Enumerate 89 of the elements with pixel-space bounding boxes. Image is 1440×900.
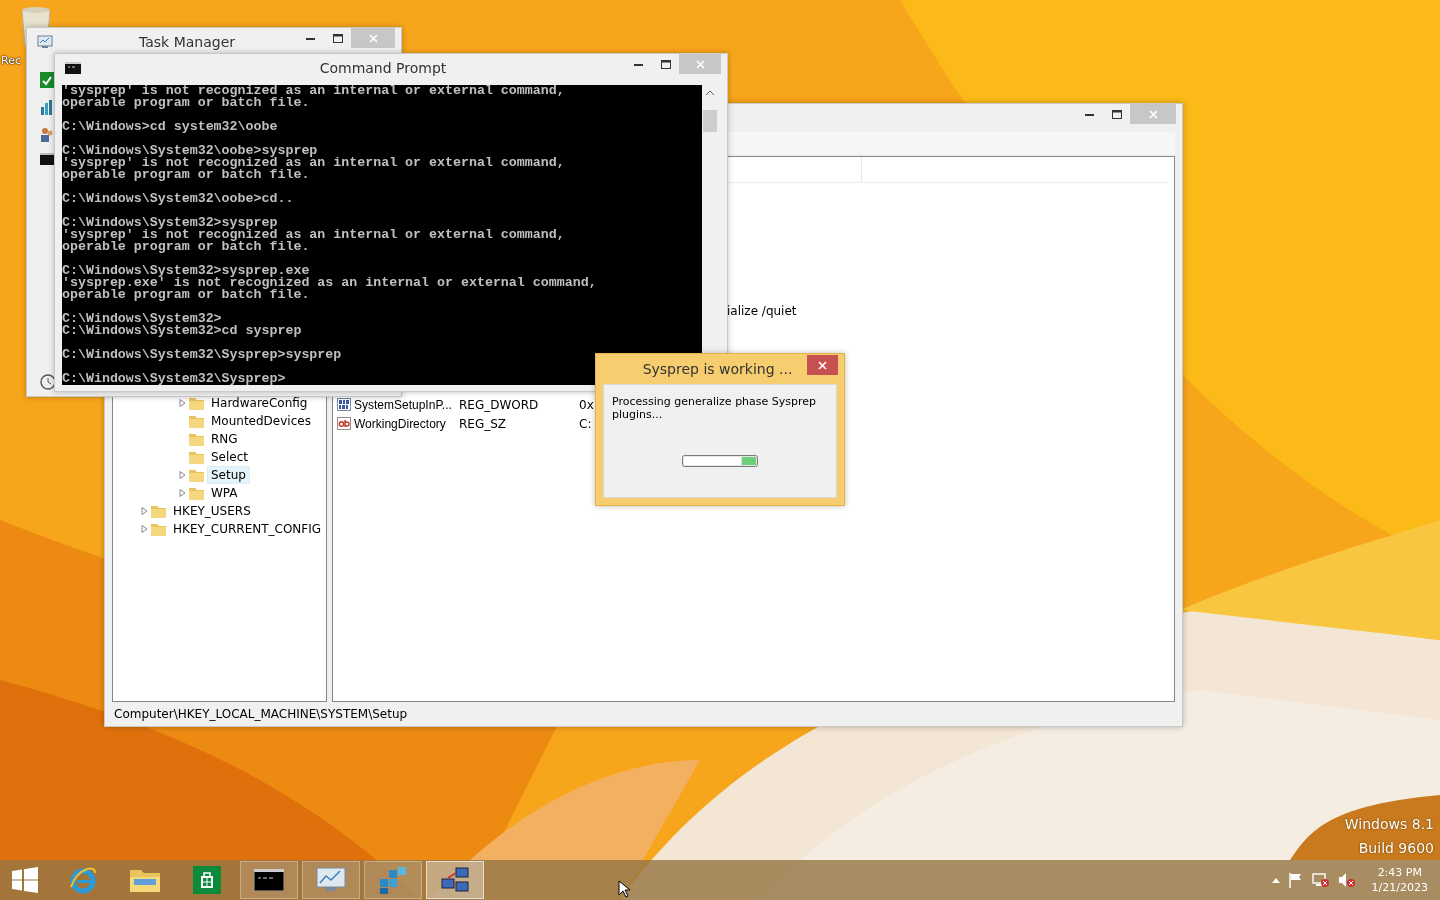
console-line: C:\Windows\System32\Sysprep> bbox=[62, 373, 287, 385]
monitor-icon bbox=[37, 35, 53, 49]
close-icon bbox=[695, 59, 705, 69]
dialog-title: Sysprep is working ... bbox=[641, 361, 794, 377]
string-value-icon bbox=[337, 417, 351, 430]
users-icon bbox=[40, 126, 54, 142]
window-title: Task Manager bbox=[138, 34, 236, 50]
expand-arrow-icon[interactable] bbox=[179, 399, 186, 407]
value-data: C: bbox=[579, 416, 593, 431]
console-line: C:\Windows\System32>cd sysprep bbox=[62, 325, 303, 337]
expand-arrow-icon[interactable] bbox=[179, 489, 186, 497]
folder-icon bbox=[189, 468, 204, 482]
console-line: C:\Windows>cd system32\oobe bbox=[62, 121, 279, 133]
tree-item[interactable]: HardwareConfig bbox=[207, 394, 312, 412]
folder-icon bbox=[129, 867, 161, 893]
folder-icon bbox=[189, 486, 204, 500]
chart-icon bbox=[40, 99, 54, 115]
cubes-icon bbox=[378, 865, 408, 895]
os-version-text: Build 9600 bbox=[1358, 839, 1434, 857]
value-name[interactable]: WorkingDirectory bbox=[354, 416, 446, 431]
store-icon bbox=[193, 866, 221, 894]
scrollbar-thumb[interactable] bbox=[703, 110, 717, 132]
expand-arrow-icon[interactable] bbox=[179, 471, 186, 479]
clock-icon bbox=[40, 374, 56, 390]
tree-item[interactable]: HKEY_CURRENT_CONFIG bbox=[169, 520, 326, 538]
tree-item[interactable]: Select bbox=[207, 448, 253, 466]
folder-icon bbox=[151, 522, 166, 536]
console-icon bbox=[65, 61, 81, 74]
value-type: REG_DWORD bbox=[459, 397, 540, 412]
console-line: C:\Windows\System32\oobe>sysprep bbox=[62, 145, 319, 157]
folder-icon bbox=[189, 432, 204, 446]
console-line: operable program or batch file. bbox=[62, 241, 311, 253]
binary-value-icon bbox=[337, 398, 351, 411]
value-data: ialize /quiet bbox=[727, 303, 798, 318]
folder-icon bbox=[189, 396, 204, 410]
console-line: operable program or batch file. bbox=[62, 169, 311, 181]
folder-icon bbox=[151, 504, 166, 518]
console-line: C:\Windows\System32\oobe>cd.. bbox=[62, 193, 295, 205]
windows-logo-icon bbox=[12, 867, 38, 893]
app-icon bbox=[40, 72, 54, 88]
minimize-icon bbox=[634, 62, 643, 66]
console-line: 'sysprep' is not recognized as an internal or external command, bbox=[62, 157, 566, 169]
console-line: C:\Windows\System32> bbox=[62, 313, 222, 325]
taskbar-app[interactable] bbox=[240, 861, 298, 899]
close-button[interactable] bbox=[807, 355, 838, 375]
maximize-icon bbox=[332, 33, 343, 43]
console-line: C:\Windows\System32\Sysprep>sysprep bbox=[62, 349, 343, 361]
show-hidden-icons-icon[interactable] bbox=[1271, 877, 1280, 883]
window-title: Command Prompt bbox=[318, 59, 448, 76]
maximize-icon bbox=[1111, 109, 1122, 119]
console-icon bbox=[40, 153, 54, 165]
console-line: 'sysprep.exe' is not recognized as an internal or external command, bbox=[62, 277, 598, 289]
console-line: 'sysprep' is not recognized as an internal or external command, bbox=[62, 85, 566, 97]
expand-arrow-icon[interactable] bbox=[141, 525, 148, 533]
tree-item[interactable]: WPA bbox=[207, 484, 242, 502]
os-version-text: Windows 8.1 bbox=[1344, 815, 1434, 833]
console-line: operable program or batch file. bbox=[62, 289, 311, 301]
close-icon bbox=[1148, 109, 1158, 119]
close-icon bbox=[818, 360, 827, 370]
console-line: operable program or batch file. bbox=[62, 97, 311, 109]
value-type: REG_SZ bbox=[459, 416, 508, 431]
maximize-icon bbox=[660, 59, 671, 69]
network-icon bbox=[440, 866, 470, 894]
tree-item[interactable]: HKEY_USERS bbox=[169, 502, 255, 520]
folder-icon bbox=[189, 450, 204, 464]
status-text: Computer\HKEY_LOCAL_MACHINE\SYSTEM\Setup bbox=[114, 707, 408, 721]
cursor-icon bbox=[618, 880, 630, 898]
network-error-icon[interactable] bbox=[1311, 872, 1330, 888]
status-message: Processing generalize phase Sysprep plugins... bbox=[612, 395, 818, 421]
folder-icon bbox=[189, 414, 204, 428]
minimize-icon bbox=[1085, 112, 1094, 116]
tree-item[interactable]: Setup bbox=[207, 466, 250, 484]
tree-item[interactable]: MountedDevices bbox=[207, 412, 315, 430]
console-line: 'sysprep' is not recognized as an internal or external command, bbox=[62, 229, 566, 241]
value-name[interactable]: SystemSetupInP... bbox=[354, 397, 452, 412]
monitor-icon bbox=[316, 867, 346, 893]
browser-icon bbox=[68, 865, 98, 895]
close-icon bbox=[368, 33, 378, 43]
taskbar-app[interactable] bbox=[426, 861, 484, 899]
minimize-icon bbox=[306, 36, 315, 40]
expand-arrow-icon[interactable] bbox=[141, 507, 148, 515]
console-icon bbox=[254, 869, 284, 891]
flag-icon[interactable] bbox=[1287, 872, 1304, 888]
clock-time: 2:43 PM bbox=[1377, 865, 1422, 880]
clock-date: 1/21/2023 bbox=[1371, 880, 1428, 895]
console-line: C:\Windows\System32>sysprep.exe bbox=[62, 265, 311, 277]
console-line: C:\Windows\System32>sysprep bbox=[62, 217, 279, 229]
speaker-muted-icon[interactable] bbox=[1337, 872, 1356, 888]
tree-item[interactable]: RNG bbox=[207, 430, 242, 448]
